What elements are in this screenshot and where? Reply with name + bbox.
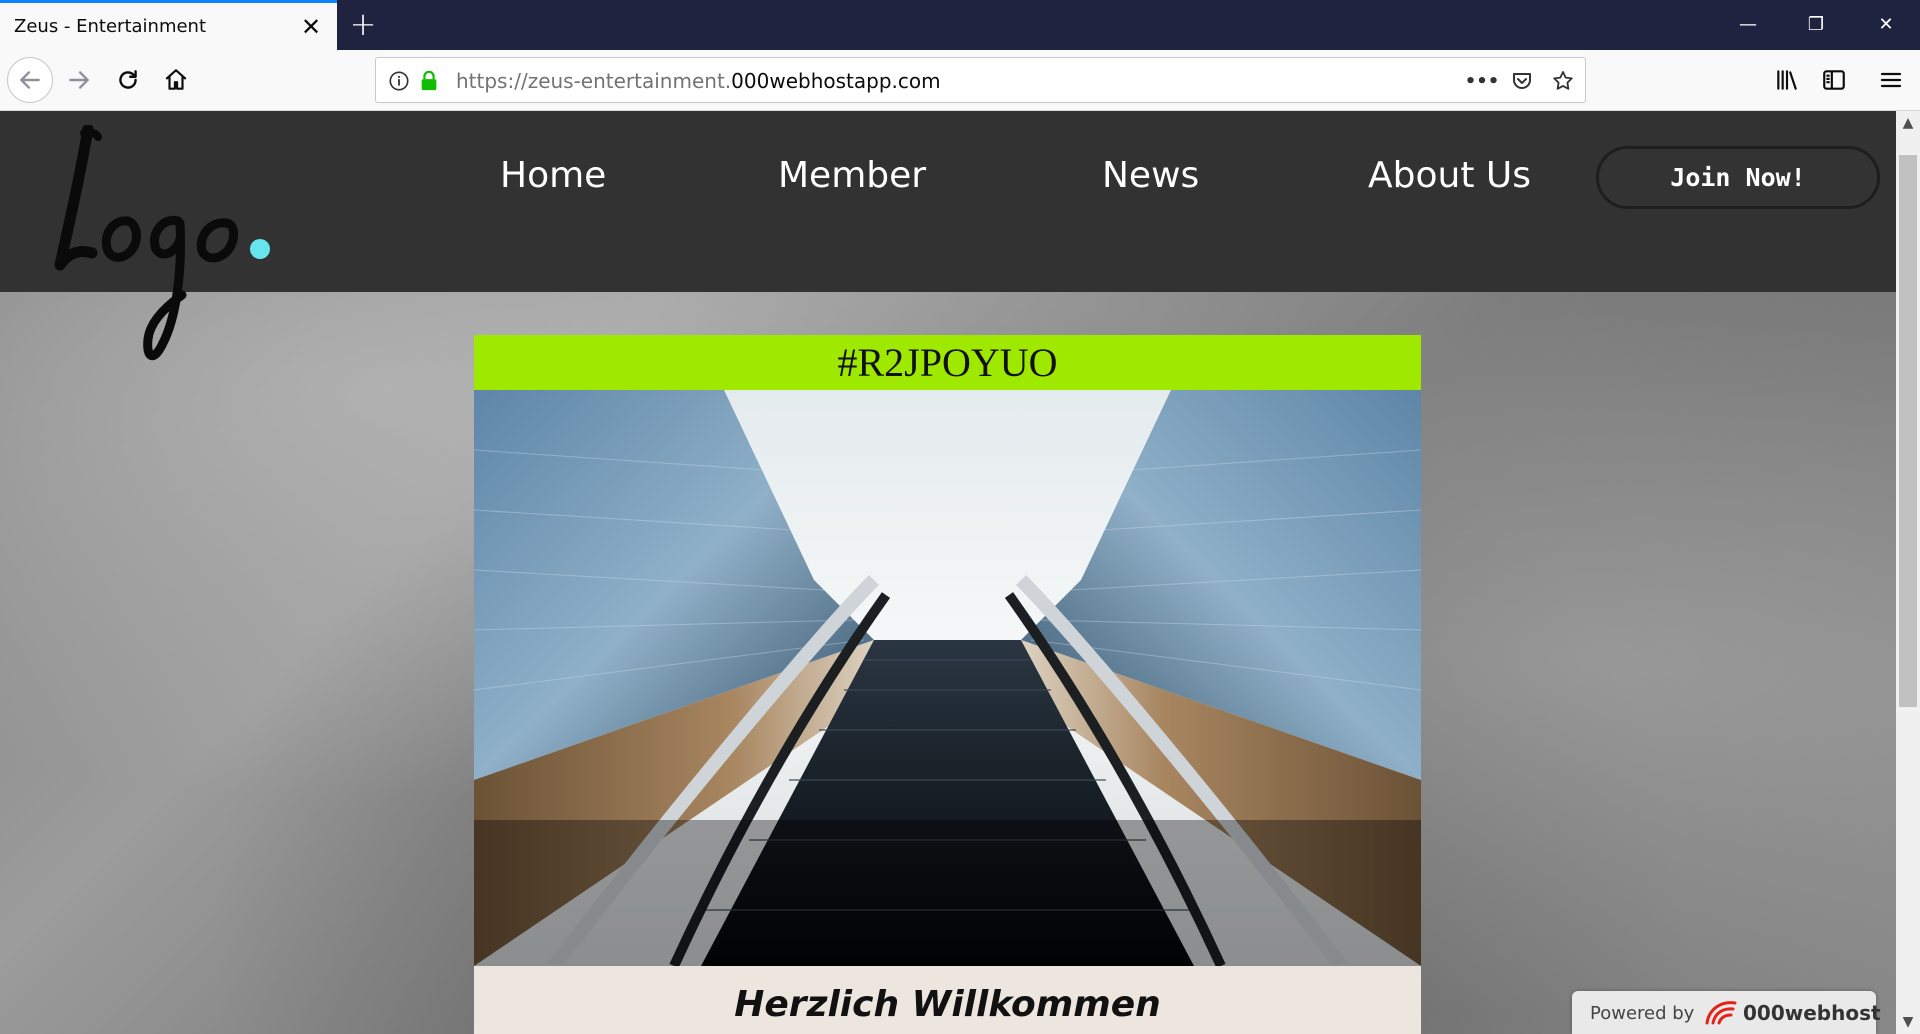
000webhost-logo-icon bbox=[1705, 1001, 1737, 1025]
tab-close-icon[interactable]: ✕ bbox=[298, 14, 324, 40]
powered-by-badge[interactable]: Powered by 000webhost bbox=[1572, 991, 1881, 1034]
restore-button[interactable]: ❐ bbox=[1782, 0, 1850, 50]
close-window-button[interactable]: ✕ bbox=[1852, 0, 1920, 50]
reload-icon bbox=[119, 70, 137, 89]
home-button[interactable] bbox=[157, 61, 195, 99]
forward-icon bbox=[69, 71, 89, 89]
menu-button[interactable] bbox=[1872, 61, 1910, 99]
pocket-icon[interactable] bbox=[1510, 69, 1534, 93]
web-page: Home Member News About Us Join Now! #R2J… bbox=[0, 111, 1896, 1034]
escalator-photo bbox=[474, 390, 1421, 966]
logo[interactable] bbox=[50, 125, 280, 365]
welcome-heading: Herzlich Willkommen bbox=[734, 984, 1161, 1025]
scroll-thumb[interactable] bbox=[1899, 155, 1917, 707]
sidebar-icon bbox=[1823, 70, 1845, 90]
browser-tab[interactable]: Zeus - Entertainment ✕ bbox=[0, 0, 337, 50]
url-host: 000webhostapp.com bbox=[731, 69, 941, 93]
lock-icon[interactable] bbox=[417, 69, 441, 93]
url-prefix: https://zeus-entertainment. bbox=[456, 69, 732, 93]
menu-icon bbox=[1880, 72, 1902, 88]
page-actions-icon[interactable]: ••• bbox=[1465, 69, 1500, 93]
url-bar[interactable]: https://zeus-entertainment.000webhostapp… bbox=[375, 57, 1586, 103]
card-footer: Herzlich Willkommen bbox=[474, 966, 1421, 1034]
nav-news[interactable]: News bbox=[1102, 155, 1199, 196]
reload-button[interactable] bbox=[109, 61, 147, 99]
new-tab-button[interactable]: + bbox=[346, 8, 380, 42]
logo-dot bbox=[250, 239, 270, 259]
scroll-up-icon[interactable]: ▲ bbox=[1896, 111, 1920, 135]
back-icon bbox=[20, 71, 40, 89]
forward-button[interactable] bbox=[60, 61, 98, 99]
url-text[interactable]: https://zeus-entertainment.000webhostapp… bbox=[456, 69, 941, 93]
site-header: Home Member News About Us Join Now! bbox=[0, 111, 1896, 292]
library-icon bbox=[1777, 70, 1797, 90]
card-title: #R2JPOYUO bbox=[474, 335, 1421, 390]
bookmark-star-icon[interactable] bbox=[1551, 69, 1575, 93]
featured-card: #R2JPOYUO Herzlich Willkommen bbox=[474, 335, 1421, 1034]
nav-home[interactable]: Home bbox=[500, 155, 606, 196]
scroll-down-icon[interactable]: ▼ bbox=[1896, 1010, 1920, 1034]
minimize-button[interactable]: — bbox=[1714, 0, 1782, 50]
join-now-button[interactable]: Join Now! bbox=[1596, 146, 1880, 209]
powered-by-brand: 000webhost bbox=[1743, 1001, 1881, 1025]
nav-member[interactable]: Member bbox=[778, 155, 926, 196]
sidebar-button[interactable] bbox=[1815, 61, 1853, 99]
powered-by-label: Powered by bbox=[1590, 1003, 1695, 1024]
nav-about-us[interactable]: About Us bbox=[1368, 155, 1531, 196]
home-icon bbox=[165, 69, 187, 90]
back-button[interactable] bbox=[7, 57, 53, 103]
browser-navbar: https://zeus-entertainment.000webhostapp… bbox=[0, 50, 1920, 111]
tab-title: Zeus - Entertainment bbox=[14, 16, 207, 37]
browser-titlebar: Zeus - Entertainment ✕ + — ❐ ✕ bbox=[0, 0, 1920, 50]
page-scrollbar[interactable]: ▲ ▼ bbox=[1896, 111, 1920, 1034]
library-button[interactable] bbox=[1768, 61, 1806, 99]
info-icon[interactable] bbox=[387, 69, 411, 93]
